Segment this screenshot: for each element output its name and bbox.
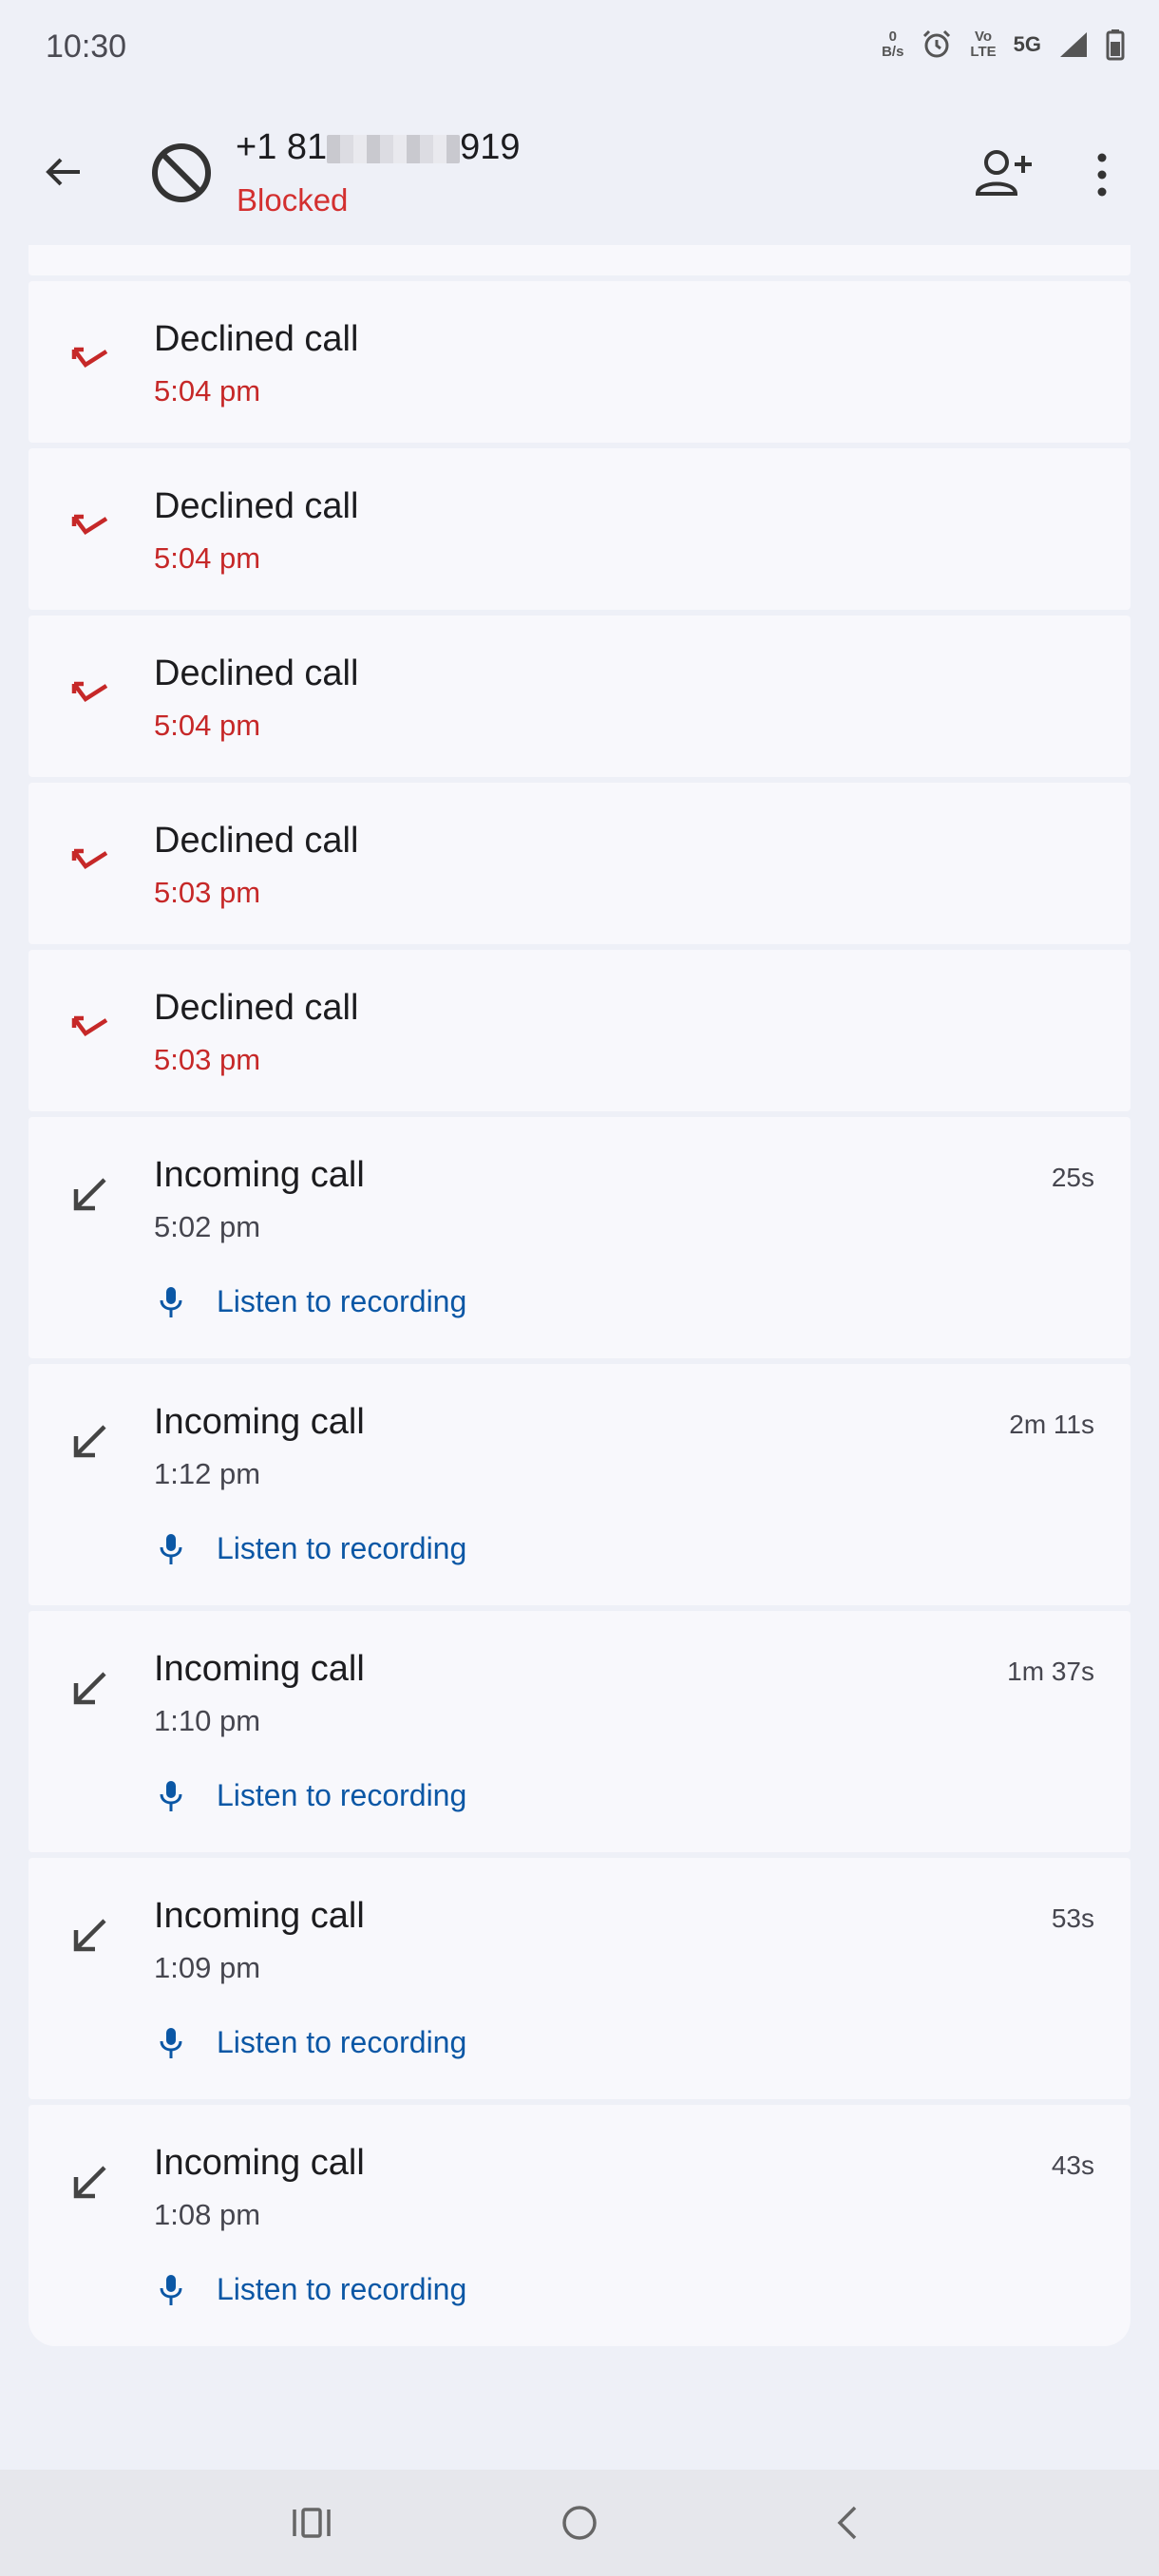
system-nav-bar bbox=[0, 2470, 1159, 2576]
mic-icon bbox=[160, 1780, 182, 1811]
recording-label: Listen to recording bbox=[217, 1778, 467, 1812]
incoming-call-icon bbox=[73, 1672, 106, 1705]
call-title: Incoming call bbox=[154, 1155, 365, 1195]
recent-apps-icon[interactable] bbox=[285, 2496, 338, 2549]
app-bar: +1 81 919 Blocked bbox=[0, 104, 1159, 247]
call-title: Incoming call bbox=[154, 1649, 365, 1689]
declined-call-icon bbox=[71, 514, 108, 536]
call-title: Declined call bbox=[154, 988, 359, 1028]
incoming-call-icon bbox=[73, 2166, 106, 2199]
call-time: 1:10 pm bbox=[154, 1704, 261, 1737]
battery-icon bbox=[1106, 28, 1125, 61]
recording-label: Listen to recording bbox=[217, 1284, 467, 1318]
call-title: Incoming call bbox=[154, 2143, 365, 2183]
phone-number-suffix: 919 bbox=[460, 127, 521, 167]
declined-call-icon bbox=[71, 347, 108, 369]
call-time: 5:03 pm bbox=[154, 876, 261, 909]
alarm-icon bbox=[921, 28, 953, 61]
listen-to-recording-button[interactable]: Listen to recording bbox=[154, 2272, 466, 2307]
call-time: 5:04 pm bbox=[154, 541, 261, 575]
blocked-status-label: Blocked bbox=[237, 182, 349, 218]
incoming-call-icon bbox=[73, 1919, 106, 1952]
declined-call-icon bbox=[71, 848, 108, 870]
call-time: 5:04 pm bbox=[154, 709, 261, 742]
declined-call-icon bbox=[71, 1015, 108, 1037]
data-speed-value: 0 bbox=[888, 28, 897, 45]
volte-line1: Vo bbox=[975, 28, 993, 45]
call-item-declined[interactable]: Declined call 5:04 pm bbox=[28, 281, 1130, 443]
call-title: Incoming call bbox=[154, 1896, 365, 1936]
call-title: Declined call bbox=[154, 486, 359, 526]
listen-to-recording-button[interactable]: Listen to recording bbox=[154, 1531, 466, 1566]
call-duration: 25s bbox=[1051, 1163, 1094, 1192]
home-icon[interactable] bbox=[553, 2496, 606, 2549]
blocked-icon bbox=[152, 143, 211, 202]
listen-to-recording-button[interactable]: Listen to recording bbox=[154, 1778, 466, 1813]
call-title: Declined call bbox=[154, 821, 359, 861]
incoming-call-icon bbox=[73, 1178, 106, 1211]
status-bar: 10:30 0 B/s Vo LTE 5G bbox=[0, 0, 1159, 99]
partial-card bbox=[28, 245, 1130, 275]
recording-label: Listen to recording bbox=[217, 1531, 467, 1565]
call-item-incoming[interactable]: Incoming call 1:10 pm 1m 37s Listen to r… bbox=[28, 1611, 1130, 1852]
phone-number: +1 81 919 bbox=[236, 127, 521, 168]
signal-icon bbox=[1058, 30, 1089, 59]
call-duration: 2m 11s bbox=[1009, 1410, 1094, 1439]
network-label: 5G bbox=[1013, 32, 1041, 56]
mic-icon bbox=[160, 2274, 182, 2305]
recording-label: Listen to recording bbox=[217, 2025, 467, 2059]
call-duration: 53s bbox=[1051, 1904, 1094, 1933]
add-contact-icon[interactable] bbox=[974, 146, 1035, 199]
call-time: 5:03 pm bbox=[154, 1043, 261, 1076]
call-title: Incoming call bbox=[154, 1402, 365, 1442]
call-item-incoming[interactable]: Incoming call 1:08 pm 43s Listen to reco… bbox=[28, 2105, 1130, 2346]
call-time: 1:09 pm bbox=[154, 1951, 261, 1984]
call-item-incoming[interactable]: Incoming call 1:12 pm 2m 11s Listen to r… bbox=[28, 1364, 1130, 1605]
mic-icon bbox=[160, 2027, 182, 2058]
back-icon[interactable] bbox=[821, 2496, 874, 2549]
volte-line2: LTE bbox=[970, 44, 997, 60]
back-arrow-icon[interactable] bbox=[34, 142, 93, 201]
call-title: Declined call bbox=[154, 319, 359, 359]
data-speed-unit: B/s bbox=[882, 44, 904, 60]
data-speed-icon: 0 B/s bbox=[882, 29, 903, 60]
status-icons: 0 B/s Vo LTE 5G bbox=[882, 28, 1125, 61]
call-duration: 1m 37s bbox=[1007, 1657, 1094, 1686]
declined-call-icon bbox=[71, 681, 108, 703]
call-item-incoming[interactable]: Incoming call 1:09 pm 53s Listen to reco… bbox=[28, 1858, 1130, 2099]
incoming-call-icon bbox=[73, 1425, 106, 1458]
mic-icon bbox=[160, 1533, 182, 1564]
more-vert-icon[interactable] bbox=[1083, 146, 1121, 203]
call-history-list: Declined call 5:04 pm Declined call 5:04… bbox=[28, 245, 1130, 2352]
status-time: 10:30 bbox=[46, 28, 127, 65]
call-time: 1:12 pm bbox=[154, 1457, 261, 1490]
mic-icon bbox=[160, 1286, 182, 1317]
call-item-declined[interactable]: Declined call 5:03 pm bbox=[28, 783, 1130, 944]
redacted-digits bbox=[327, 134, 461, 163]
phone-number-prefix: +1 81 bbox=[236, 127, 328, 167]
call-title: Declined call bbox=[154, 653, 359, 693]
call-time: 5:04 pm bbox=[154, 374, 261, 407]
call-item-declined[interactable]: Declined call 5:04 pm bbox=[28, 616, 1130, 777]
call-item-incoming[interactable]: Incoming call 5:02 pm 25s Listen to reco… bbox=[28, 1117, 1130, 1358]
call-time: 5:02 pm bbox=[154, 1210, 261, 1243]
listen-to-recording-button[interactable]: Listen to recording bbox=[154, 1284, 466, 1319]
listen-to-recording-button[interactable]: Listen to recording bbox=[154, 2025, 466, 2060]
call-item-declined[interactable]: Declined call 5:03 pm bbox=[28, 950, 1130, 1111]
call-time: 1:08 pm bbox=[154, 2198, 261, 2231]
call-item-declined[interactable]: Declined call 5:04 pm bbox=[28, 448, 1130, 610]
volte-icon: Vo LTE bbox=[970, 29, 996, 60]
recording-label: Listen to recording bbox=[217, 2272, 467, 2306]
network-type: 5G bbox=[1014, 32, 1041, 57]
call-duration: 43s bbox=[1051, 2150, 1094, 2180]
